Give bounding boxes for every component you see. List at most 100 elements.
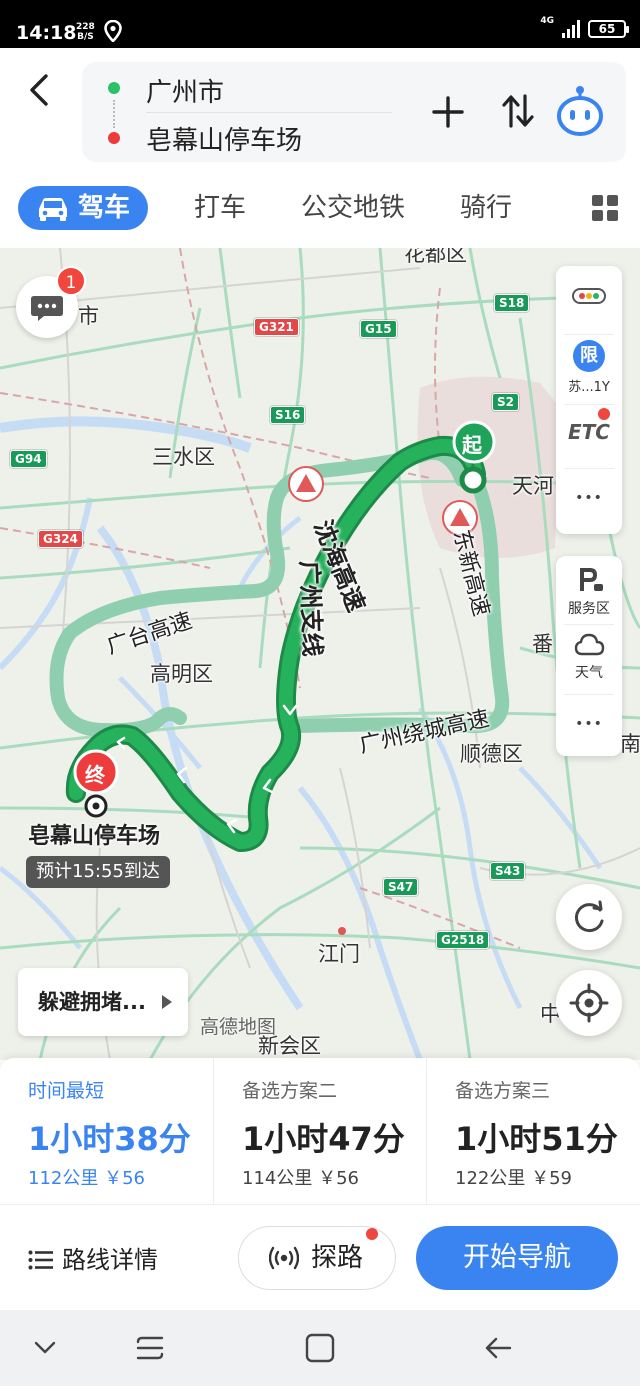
parking-icon (580, 568, 603, 591)
start-navigation-button[interactable]: 开始导航 (416, 1226, 618, 1290)
list-icon (28, 1250, 53, 1270)
net-speed: 228 B/S (76, 22, 95, 42)
plan-distance-cost: 122公里 ￥59 (455, 1168, 572, 1189)
road-shield: S47 (383, 878, 419, 896)
panel-divider (564, 468, 614, 469)
add-waypoint-button[interactable] (430, 94, 466, 130)
plan-distance-cost: 112公里 ￥56 (28, 1168, 145, 1189)
restriction-badge: 限 (573, 340, 605, 372)
back-nav-icon[interactable] (482, 1332, 514, 1364)
locate-button[interactable] (556, 970, 622, 1036)
road-shield: S18 (494, 294, 530, 312)
restriction-plate: 苏...1Y (568, 380, 610, 395)
avoid-congestion-label: 躲避拥堵... (38, 990, 146, 1014)
tab-drive[interactable]: 驾车 (18, 186, 148, 230)
message-badge: 1 (56, 266, 86, 296)
tab-taxi[interactable]: 打车 (190, 186, 250, 230)
route-connector (113, 100, 115, 128)
chevron-right-icon (162, 995, 172, 1009)
car-icon (39, 198, 67, 221)
start-dot (108, 82, 120, 94)
status-time: 14:18 (16, 22, 77, 44)
place-label: 市 (78, 304, 99, 328)
tab-drive-label: 驾车 (78, 193, 131, 223)
explore-label: 探路 (311, 1243, 364, 1273)
service-area-button[interactable]: 服务区 (556, 564, 622, 618)
collapse-chevron-icon[interactable] (32, 1332, 58, 1362)
explore-notification-dot (366, 1228, 378, 1240)
end-location[interactable]: 皂幕山停车场 (146, 120, 302, 157)
cloud-icon (574, 633, 605, 656)
signal-icon (562, 20, 580, 38)
more-modes-grid-icon[interactable] (592, 195, 618, 221)
route-input-box: 广州市 皂幕山停车场 (82, 62, 626, 162)
plan-label: 备选方案三 (455, 1080, 551, 1102)
map-services-panel: 服务区 天气 ••• (556, 556, 622, 756)
road-shield: G2518 (436, 931, 490, 949)
panel-divider (564, 404, 614, 405)
place-label: 天河 (512, 474, 554, 498)
refresh-icon (574, 900, 604, 933)
plan-duration: 1小时38分 (28, 1120, 191, 1158)
road-shield: G94 (10, 450, 47, 468)
back-button[interactable] (20, 70, 60, 110)
plan-duration: 1小时51分 (455, 1120, 618, 1158)
place-label: 花都区 (404, 248, 467, 266)
net-speed-unit: B/S (77, 32, 94, 42)
battery-icon: 65 (588, 20, 629, 38)
tab-bike[interactable]: 骑行 (458, 186, 514, 230)
more-services-button[interactable]: ••• (556, 716, 622, 732)
tab-transit[interactable]: 公交地铁 (296, 186, 410, 230)
start-location[interactable]: 广州市 (146, 72, 224, 109)
route-details-label: 路线详情 (62, 1246, 158, 1274)
route-plan-card[interactable]: 备选方案三 1小时51分 122公里 ￥59 (426, 1058, 639, 1204)
road-shield: S16 (270, 406, 306, 424)
home-icon[interactable] (304, 1332, 336, 1364)
road-name-shenhai-branch: 广州支线 (295, 560, 327, 658)
etc-button[interactable]: ETC (556, 420, 622, 444)
plan-label: 备选方案二 (242, 1080, 338, 1102)
more-tools-button[interactable]: ••• (556, 490, 622, 506)
transport-mode-tabs: 驾车 打车 公交地铁 骑行 (0, 180, 640, 236)
map-watermark: 高德地图 (200, 1016, 277, 1038)
weather-button[interactable]: 天气 (556, 632, 622, 682)
network-type: 4G (540, 16, 554, 26)
end-marker-label: 终 (85, 763, 105, 787)
place-label: 南 (620, 732, 640, 756)
sheet-divider (0, 1204, 640, 1205)
locate-icon (569, 983, 609, 1023)
map-tools-panel: 限 苏...1Y ETC ••• (556, 266, 622, 534)
panel-divider (564, 694, 614, 695)
service-area-label: 服务区 (568, 601, 610, 617)
status-right: 4G 65 (540, 16, 629, 38)
panel-divider (564, 624, 614, 625)
system-nav-bar (0, 1310, 640, 1386)
place-label: 高明区 (150, 662, 213, 686)
plan-duration: 1小时47分 (242, 1120, 405, 1158)
road-shield: G15 (360, 320, 397, 338)
road-shield: S2 (492, 393, 519, 411)
broadcast-icon (269, 1246, 299, 1270)
restriction-button[interactable]: 限 苏...1Y (556, 340, 622, 395)
assistant-robot-icon[interactable] (555, 84, 605, 136)
place-label: 番 (532, 632, 553, 656)
net-speed-value: 228 (76, 22, 95, 32)
traffic-toggle[interactable] (556, 288, 622, 308)
traffic-light-icon (572, 288, 606, 304)
etc-dot (598, 408, 610, 420)
road-shield: S43 (490, 862, 526, 880)
weather-label: 天气 (575, 665, 603, 681)
destination-label: 皂幕山停车场 (28, 824, 161, 849)
route-plan-card[interactable]: 备选方案二 1小时47分 114公里 ￥56 (213, 1058, 426, 1204)
panel-divider (564, 334, 614, 335)
route-plan-card[interactable]: 时间最短 1小时38分 112公里 ￥56 (0, 1058, 213, 1204)
avoid-congestion-button[interactable]: 躲避拥堵... (18, 968, 188, 1036)
recent-apps-icon[interactable] (134, 1332, 166, 1364)
plan-label: 时间最短 (28, 1080, 105, 1102)
start-marker-label: 起 (462, 433, 482, 457)
location-icon (104, 20, 122, 42)
map-view[interactable]: 起 终 三水区 高明区 顺德区 天河 江门 新会区 番 中 花都区 市 南 沈海… (0, 248, 640, 1060)
refresh-button[interactable] (556, 884, 622, 950)
swap-route-button[interactable] (500, 92, 536, 130)
end-dot (108, 132, 120, 144)
